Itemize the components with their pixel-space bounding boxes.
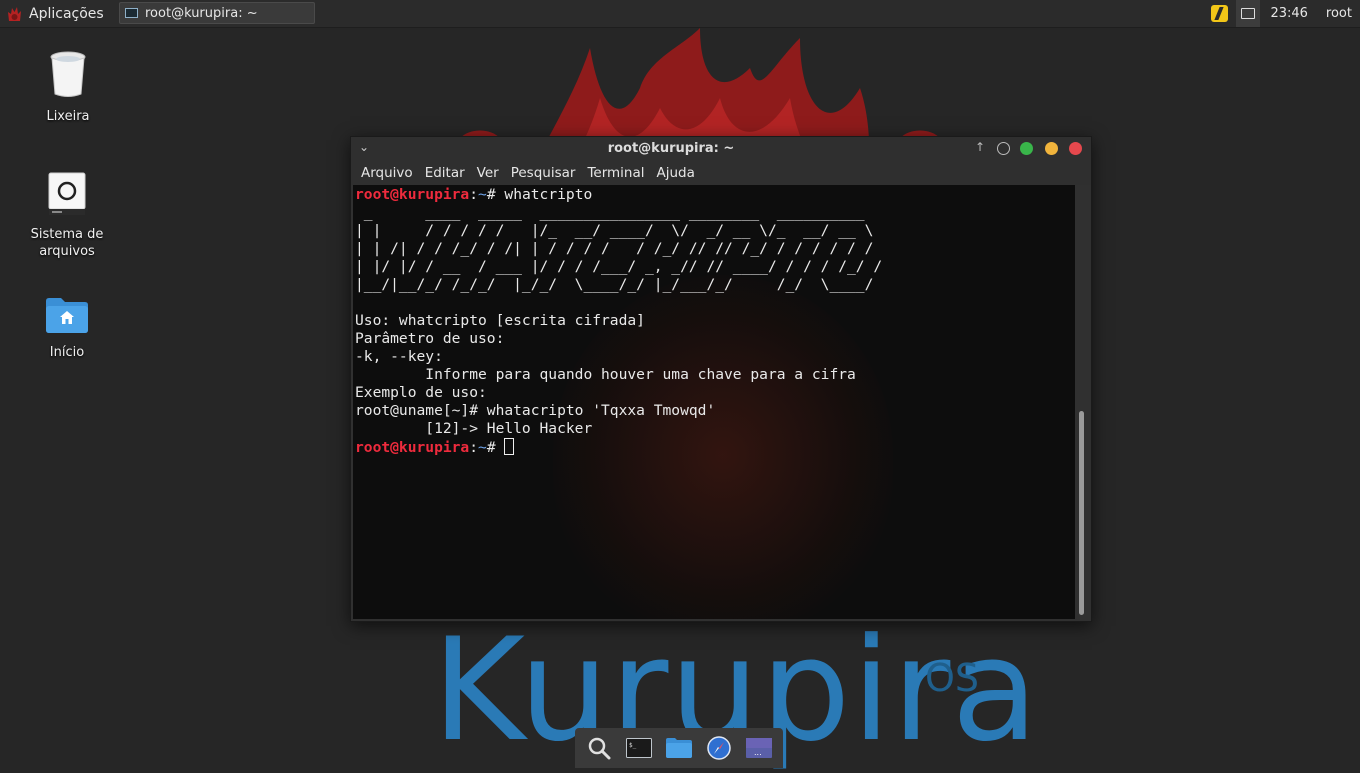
workspace-icon: ... — [746, 738, 772, 758]
terminal-output-area[interactable]: root@kurupira:~# whatcripto _ ____ _____… — [353, 185, 1075, 619]
dock-search-button[interactable] — [585, 734, 613, 762]
menu-ver[interactable]: Ver — [477, 165, 499, 181]
window-title: root@kurupira: ~ — [607, 141, 735, 156]
filesystem-label: Sistema de arquivos — [30, 227, 104, 259]
maximize-button[interactable] — [1045, 142, 1058, 155]
trash-label: Lixeira — [46, 109, 90, 124]
svg-text:$_: $_ — [629, 742, 637, 749]
menu-arquivo[interactable]: Arquivo — [361, 165, 413, 181]
text-cursor — [504, 438, 515, 455]
user-menu[interactable]: root — [1326, 6, 1352, 21]
home-label: Início — [49, 345, 85, 360]
browser-icon — [707, 736, 731, 760]
kurupira-logo-icon — [8, 7, 21, 21]
notification-icon[interactable] — [1236, 0, 1261, 27]
terminal-scrollbar[interactable] — [1075, 185, 1089, 619]
output-line: Informe para quando houver uma chave par… — [355, 366, 856, 383]
output-line: [12]-> Hello Hacker — [355, 420, 593, 437]
prompt-colon: : — [469, 186, 479, 203]
dock-terminal-button[interactable]: $_ — [625, 734, 653, 762]
terminal-icon: $_ — [626, 738, 652, 758]
output-line: -k, --key: — [355, 348, 443, 365]
desktop-icon-filesystem[interactable]: Sistema de arquivos — [17, 172, 117, 260]
prompt-symbol: # — [486, 439, 505, 456]
minimize-button[interactable] — [1020, 142, 1033, 155]
prompt-user: root@kurupira — [355, 186, 470, 203]
output-line: Uso: whatcripto [escrita cifrada] — [355, 312, 645, 329]
output-line: Parâmetro de uso: — [355, 330, 505, 347]
taskbar-terminal-button[interactable]: root@kurupira: ~ — [119, 2, 315, 24]
banner-line: | |/ |/ / __ / ___ |/ / / /___/ _, _// /… — [355, 258, 883, 275]
close-button[interactable] — [1069, 142, 1082, 155]
banner-line: |__/|__/_/ /_/_/ |_/_/ \____/_/ |_/___/_… — [355, 276, 874, 293]
banner-line: _ ____ _____ ________________ ________ _… — [355, 204, 865, 221]
clock[interactable]: 23:46 — [1270, 6, 1307, 21]
prompt-path: ~ — [478, 186, 487, 203]
terminal-window[interactable]: ⌄ root@kurupira: ~ ↑ Arquivo Editar Ver … — [350, 136, 1092, 622]
dock-browser-button[interactable] — [705, 734, 733, 762]
home-folder-icon — [46, 298, 88, 333]
taskbar-terminal-label: root@kurupira: ~ — [145, 5, 258, 21]
output-line: Exemplo de uso: — [355, 384, 487, 401]
scrollbar-thumb[interactable] — [1079, 411, 1084, 615]
applications-menu[interactable]: Aplicações — [6, 0, 104, 27]
search-icon — [588, 737, 611, 760]
menu-editar[interactable]: Editar — [425, 165, 465, 181]
prompt-user: root@kurupira — [355, 439, 470, 456]
desktop-icon-trash[interactable]: Lixeira — [18, 50, 118, 125]
terminal-text: root@kurupira:~# whatcripto _ ____ _____… — [355, 186, 882, 457]
dock-files-button[interactable] — [665, 734, 693, 762]
window-menubar: Arquivo Editar Ver Pesquisar Terminal Aj… — [351, 161, 1091, 185]
power-icon[interactable] — [1211, 5, 1229, 22]
system-tray: 23:46 root — [1211, 0, 1360, 27]
output-line: root@uname[~]# whatacripto 'Tqxxa Tmowqd… — [355, 402, 716, 419]
files-icon — [666, 738, 692, 758]
desktop-icon-home[interactable]: Início — [17, 296, 117, 361]
prompt-path: ~ — [478, 439, 487, 456]
banner-line: | | / / / / / |/_ __/ ____/ \/ _/ __ \/_… — [355, 222, 874, 239]
window-titlebar[interactable]: ⌄ root@kurupira: ~ ↑ — [351, 137, 1091, 161]
drive-icon — [48, 172, 86, 215]
prompt-colon: : — [469, 439, 479, 456]
svg-text:...: ... — [754, 748, 762, 757]
menu-pesquisar[interactable]: Pesquisar — [511, 165, 576, 181]
keep-above-arrow-icon[interactable]: ↑ — [975, 140, 985, 154]
first-command: whatcripto — [504, 186, 593, 203]
banner-line: | | /| / / /_/ / /| | / / / / / /_/ // /… — [355, 240, 874, 257]
terminal-icon — [125, 8, 138, 18]
dock: $_ ... — [575, 728, 783, 768]
menu-terminal[interactable]: Terminal — [587, 165, 644, 181]
menu-ajuda[interactable]: Ajuda — [657, 165, 695, 181]
wallpaper-os-text: OS — [925, 656, 980, 700]
prompt-symbol: # — [486, 186, 505, 203]
trash-icon — [50, 51, 86, 97]
shade-button[interactable] — [997, 142, 1010, 155]
applications-label: Aplicações — [29, 5, 104, 22]
top-panel: Aplicações root@kurupira: ~ 23:46 root — [0, 0, 1360, 28]
dock-workspace-button[interactable]: ... — [745, 734, 773, 762]
